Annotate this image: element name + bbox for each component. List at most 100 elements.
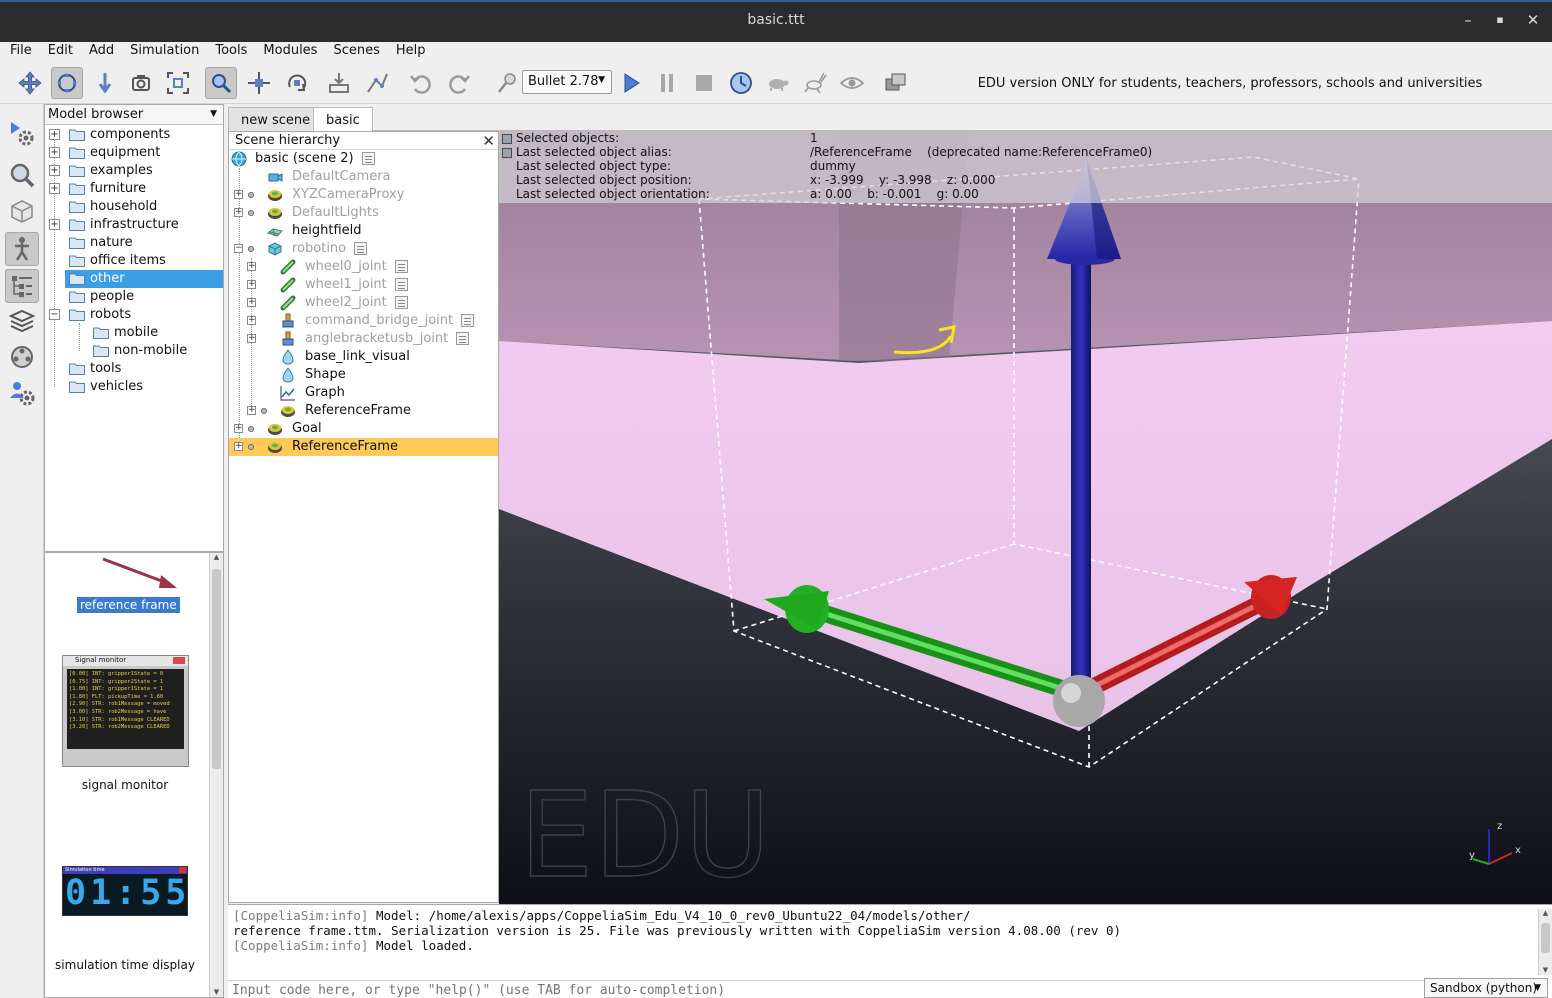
expand-icon[interactable]: + — [49, 183, 60, 194]
hierarchy-row-wheel2-joint[interactable]: + wheel2_joint — [229, 294, 498, 312]
code-input[interactable] — [228, 980, 1424, 998]
hierarchy-row-graph[interactable]: Graph — [229, 384, 498, 402]
hierarchy-row-heightfield[interactable]: heightfield — [229, 222, 498, 240]
collapse-icon[interactable]: − — [49, 309, 60, 320]
close-button[interactable]: ✕ — [1523, 10, 1543, 30]
script-icon[interactable] — [395, 278, 408, 291]
model-folder-nature[interactable]: nature — [45, 234, 223, 252]
visibility-dot-icon[interactable] — [248, 246, 254, 252]
fit-to-view-icon[interactable] — [162, 67, 194, 99]
model-folder-furniture[interactable]: + furniture — [45, 180, 223, 198]
hierarchy-row-xyzcameraproxy[interactable]: + XYZCameraProxy — [229, 186, 498, 204]
model-folder-robots[interactable]: − robots — [45, 306, 223, 324]
visibility-dot-icon[interactable] — [248, 210, 254, 216]
visibility-dot-icon[interactable] — [248, 444, 254, 450]
script-icon[interactable] — [362, 152, 375, 165]
hierarchy-row-referenceframe[interactable]: + ReferenceFrame — [229, 402, 498, 420]
model-folder-equipment[interactable]: + equipment — [45, 144, 223, 162]
model-folder-office-items[interactable]: office items — [45, 252, 223, 270]
expand-icon[interactable]: + — [49, 165, 60, 176]
expand-icon[interactable]: + — [234, 442, 243, 451]
menu-edit[interactable]: Edit — [38, 42, 79, 58]
calculation-modules-icon[interactable] — [5, 158, 39, 192]
assemble-icon[interactable] — [323, 67, 355, 99]
video-recorder-icon[interactable] — [5, 340, 39, 374]
script-icon[interactable] — [395, 296, 408, 309]
hierarchy-row-goal[interactable]: + Goal — [229, 420, 498, 438]
close-icon[interactable]: ✕ — [482, 132, 495, 150]
model-folder-tools[interactable]: tools — [45, 360, 223, 378]
expand-icon[interactable]: + — [49, 129, 60, 140]
camera-angle-icon[interactable] — [125, 67, 157, 99]
info-toggle[interactable] — [502, 134, 512, 144]
camera-shift-icon[interactable] — [89, 67, 121, 99]
play-icon[interactable] — [615, 67, 647, 99]
expand-icon[interactable]: + — [247, 262, 256, 271]
transfer-dna-icon[interactable] — [361, 67, 393, 99]
scroll-down-icon[interactable]: ▼ — [1539, 966, 1552, 974]
tab-basic[interactable]: basic — [313, 107, 373, 132]
menu-add[interactable]: Add — [79, 42, 120, 58]
console-scrollbar[interactable]: ▲ ▼ — [1538, 909, 1552, 975]
scroll-up-icon[interactable]: ▲ — [210, 553, 223, 561]
script-icon[interactable] — [461, 314, 474, 327]
model-folder-infrastructure[interactable]: + infrastructure — [45, 216, 223, 234]
hierarchy-row-command-bridge-joint[interactable]: + command_bridge_joint — [229, 312, 498, 330]
object-shift-icon[interactable] — [243, 67, 275, 99]
menu-tools[interactable]: Tools — [205, 42, 253, 58]
menu-simulation[interactable]: Simulation — [120, 42, 205, 58]
scene-hierarchy-icon[interactable] — [5, 269, 39, 303]
model-folder-mobile[interactable]: mobile — [45, 324, 223, 342]
simulation-settings-icon[interactable] — [5, 116, 39, 150]
camera-rotate-icon[interactable] — [51, 67, 83, 99]
slow-down-icon[interactable] — [762, 67, 794, 99]
user-settings-icon[interactable] — [5, 376, 39, 410]
model-folder-examples[interactable]: + examples — [45, 162, 223, 180]
menu-file[interactable]: File — [0, 42, 38, 58]
hierarchy-row-wheel0-joint[interactable]: + wheel0_joint — [229, 258, 498, 276]
dynamics-icon[interactable] — [491, 67, 523, 99]
model-folder-vehicles[interactable]: vehicles — [45, 378, 223, 396]
expand-icon[interactable]: + — [49, 219, 60, 230]
model-folder-people[interactable]: people — [45, 288, 223, 306]
hierarchy-row-wheel1-joint[interactable]: + wheel1_joint — [229, 276, 498, 294]
undo-icon[interactable] — [405, 67, 437, 99]
hierarchy-row-basic-scene-2-[interactable]: basic (scene 2) — [229, 150, 498, 168]
expand-icon[interactable]: + — [247, 298, 256, 307]
hierarchy-row-base-link-visual[interactable]: base_link_visual — [229, 348, 498, 366]
hierarchy-row-shape[interactable]: Shape — [229, 366, 498, 384]
scene-layers-icon[interactable] — [880, 67, 912, 99]
model-folder-non-mobile[interactable]: non-mobile — [45, 342, 223, 360]
hierarchy-row-defaultlights[interactable]: + DefaultLights — [229, 204, 498, 222]
console-output[interactable]: [CoppeliaSim:info] Model: /home/alexis/a… — [228, 908, 1536, 976]
menu-modules[interactable]: Modules — [253, 42, 323, 58]
visualization-icon[interactable] — [836, 67, 868, 99]
thumbnails-scrollbar[interactable]: ▲ ▼ — [209, 553, 223, 997]
visibility-dot-icon[interactable] — [248, 192, 254, 198]
expand-icon[interactable]: + — [247, 334, 256, 343]
visibility-dot-icon[interactable] — [261, 408, 267, 414]
stop-icon[interactable] — [688, 67, 720, 99]
reference-frame-thumbnail[interactable] — [95, 555, 185, 595]
scrollbar-thumb[interactable] — [1541, 923, 1550, 953]
expand-icon[interactable]: + — [234, 208, 243, 217]
hierarchy-row-robotino[interactable]: − robotino — [229, 240, 498, 258]
script-icon[interactable] — [456, 332, 469, 345]
maximize-button[interactable]: ▪ — [1490, 10, 1510, 30]
redo-icon[interactable] — [443, 67, 475, 99]
simulation-time-label[interactable]: simulation time display — [45, 958, 205, 972]
physics-engine-select[interactable]: Bullet 2.78 ▼ — [522, 70, 612, 94]
scene-viewport[interactable]: z x y EDU Selected objects: 1 Last selec… — [499, 131, 1552, 904]
script-icon[interactable] — [354, 242, 367, 255]
hierarchy-row-defaultcamera[interactable]: DefaultCamera — [229, 168, 498, 186]
speed-up-icon[interactable] — [799, 67, 831, 99]
scroll-up-icon[interactable]: ▲ — [1539, 909, 1552, 917]
camera-pan-icon[interactable] — [14, 67, 46, 99]
info-toggle[interactable] — [502, 148, 512, 158]
model-browser-header[interactable]: Model browser ▼ — [45, 105, 223, 125]
expand-icon[interactable]: + — [247, 280, 256, 289]
script-icon[interactable] — [395, 260, 408, 273]
minimize-button[interactable]: – — [1458, 10, 1478, 30]
model-folder-components[interactable]: + components — [45, 126, 223, 144]
expand-icon[interactable]: + — [234, 190, 243, 199]
